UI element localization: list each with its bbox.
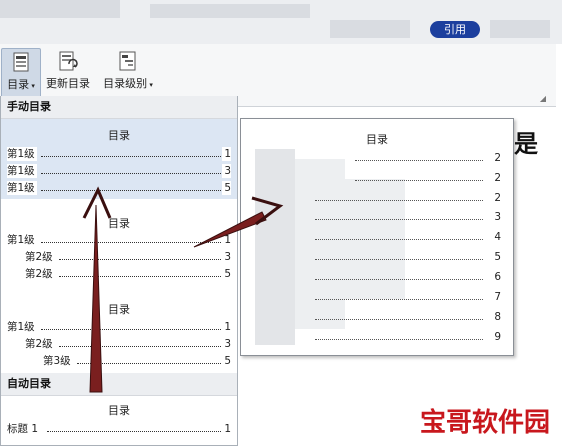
- arrowhead-up: [82, 186, 112, 219]
- watermark: 宝哥软件园: [416, 398, 562, 438]
- arrow-up-long: [89, 204, 103, 393]
- watermark-text: 宝哥软件园: [420, 408, 551, 438]
- annotation-arrows: [82, 186, 284, 393]
- arrow-to-preview: [193, 211, 267, 248]
